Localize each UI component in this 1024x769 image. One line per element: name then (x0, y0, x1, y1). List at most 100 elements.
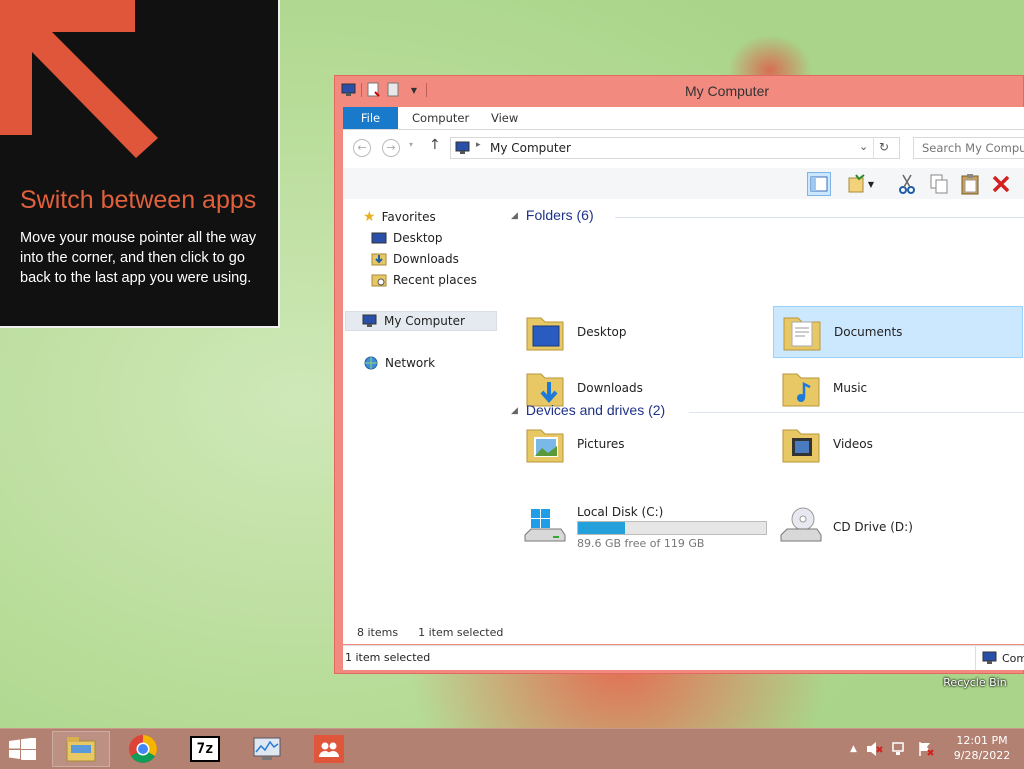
explorer-window: ▼ My Computer File Computer View ← → ▾ ↑… (334, 75, 1024, 674)
ribbon-tabs: File Computer View (343, 107, 1024, 130)
back-button[interactable]: ← (353, 139, 371, 157)
folder-label: Videos (833, 437, 873, 451)
recent-locations-icon[interactable]: ▾ (409, 140, 413, 149)
navigation-pane: ★ Favorites Desktop Downloads Recent pla… (343, 199, 501, 644)
pictures-folder-icon (526, 429, 564, 463)
nav-favorites[interactable]: ★ Favorites (363, 207, 436, 227)
search-input[interactable] (914, 138, 1024, 157)
paste-icon[interactable] (958, 172, 982, 196)
up-button[interactable]: ↑ (429, 137, 441, 153)
navigation-pane-icon[interactable] (807, 172, 831, 196)
nav-network[interactable]: Network (363, 353, 435, 373)
taskbar-people[interactable] (300, 731, 358, 767)
taskbar-resource-monitor[interactable] (238, 731, 296, 767)
7zip-icon: 7z (190, 736, 220, 762)
copy-icon[interactable] (927, 172, 951, 196)
collapse-icon[interactable]: ◢ (511, 210, 518, 221)
start-button[interactable] (8, 738, 38, 760)
drive-usage-bar (577, 520, 767, 535)
drive-tile-cd-drive[interactable]: CD Drive (D:) (773, 501, 1023, 553)
recycle-bin-desktop-icon[interactable]: Recycle Bin (940, 676, 1010, 689)
star-icon: ★ (363, 209, 376, 225)
cd-drive-icon (780, 507, 822, 542)
network-icon (364, 356, 378, 370)
tip-panel: Switch between apps Move your mouse poin… (0, 0, 280, 328)
nav-item-label: Recent places (393, 273, 477, 287)
corner-arrow-icon (0, 0, 158, 158)
clock[interactable]: 12:01 PM 9/28/2022 (946, 733, 1018, 763)
folder-tile-videos[interactable]: Videos (773, 418, 1023, 470)
tip-title: Switch between apps (20, 186, 257, 214)
forward-button[interactable]: → (382, 139, 400, 157)
refresh-icon[interactable]: ↻ (879, 140, 889, 154)
address-dropdown-icon[interactable]: ⌄ (859, 140, 868, 153)
command-toolbar: ▼ (343, 168, 1024, 200)
nav-item-recent-places[interactable]: Recent places (371, 270, 477, 290)
recycle-bin-label: Recycle Bin (943, 676, 1007, 689)
folder-label: Desktop (577, 325, 627, 339)
devices-header-label: Devices and drives (2) (525, 402, 666, 418)
folder-label: Downloads (577, 381, 643, 395)
folder-tile-music[interactable]: Music (773, 362, 1023, 414)
address-bar[interactable]: ▸ My Computer ⌄ ↻ (450, 137, 900, 159)
properties-dropdown-icon[interactable]: ▼ (865, 172, 877, 196)
videos-folder-icon (782, 429, 820, 463)
desktop-folder-icon (526, 317, 564, 351)
network-status-icon[interactable] (891, 741, 909, 757)
folder-tile-documents[interactable]: Documents (773, 306, 1023, 358)
file-explorer-icon (66, 737, 96, 762)
status-zone: Computer (975, 646, 1024, 670)
music-folder-icon (782, 373, 820, 407)
devices-group-header[interactable]: ◢ Devices and drives (2) (511, 402, 665, 418)
system-tray: ▲ (850, 729, 935, 769)
computer-icon[interactable] (341, 82, 357, 98)
quick-access-toolbar: ▼ (341, 82, 427, 98)
item-count: 8 items (357, 626, 399, 639)
properties-icon[interactable] (366, 82, 382, 98)
new-folder-icon[interactable] (386, 82, 402, 98)
computer-icon (982, 651, 997, 664)
tip-body: Move your mouse pointer all the way into… (20, 230, 257, 286)
folder-label: Pictures (577, 437, 625, 451)
nav-item-label: My Computer (384, 314, 465, 328)
action-center-icon[interactable] (917, 741, 935, 757)
folder-tile-pictures[interactable]: Pictures (517, 418, 767, 470)
status-zone-label: Computer (1002, 651, 1024, 665)
tab-computer[interactable]: Computer (412, 107, 469, 129)
tab-file[interactable]: File (343, 107, 398, 129)
nav-item-desktop[interactable]: Desktop (371, 228, 443, 248)
navigation-bar: ← → ▾ ↑ ▸ My Computer ⌄ ↻ (343, 130, 1024, 168)
address-text: My Computer (490, 141, 571, 155)
folder-label: Music (833, 381, 868, 395)
selected-count: 1 item selected (418, 626, 504, 639)
cut-icon[interactable] (895, 172, 919, 196)
customize-dropdown-icon[interactable]: ▼ (406, 82, 422, 98)
show-hidden-icons-icon[interactable]: ▲ (850, 744, 857, 754)
nav-item-downloads[interactable]: Downloads (371, 249, 459, 269)
main-pane: ◢ Folders (6) Desktop Documents Download… (503, 199, 1024, 644)
nav-my-computer[interactable]: My Computer (345, 311, 497, 331)
collapse-icon[interactable]: ◢ (511, 405, 518, 416)
chrome-icon (129, 735, 157, 763)
taskbar-chrome[interactable] (114, 731, 172, 767)
title-bar[interactable]: ▼ My Computer (335, 76, 1023, 106)
drive-tile-local-disk[interactable]: Local Disk (C:) 89.6 GB free of 119 GB (517, 501, 767, 553)
tab-view[interactable]: View (491, 107, 518, 129)
content-area: ★ Favorites Desktop Downloads Recent pla… (343, 199, 1024, 644)
status-selection-text: 1 item selected (345, 651, 431, 664)
folder-tile-desktop[interactable]: Desktop (517, 306, 767, 358)
search-box[interactable] (913, 137, 1024, 159)
breadcrumb-chevron-icon[interactable]: ▸ (476, 140, 481, 150)
clock-time: 12:01 PM (956, 734, 1008, 747)
status-bar: 1 item selected Computer (343, 645, 1024, 670)
taskbar-file-explorer[interactable] (52, 731, 110, 767)
details-status-row: 8 items 1 item selected (357, 626, 503, 639)
clock-date: 9/28/2022 (953, 749, 1011, 762)
volume-muted-icon[interactable] (865, 741, 883, 757)
folders-group-header[interactable]: ◢ Folders (6) (511, 207, 594, 223)
documents-folder-icon (783, 317, 821, 351)
folders-header-label: Folders (6) (525, 207, 594, 223)
delete-icon[interactable] (989, 172, 1013, 196)
drive-free-space: 89.6 GB free of 119 GB (577, 536, 705, 550)
taskbar-7zip[interactable]: 7z (176, 731, 234, 767)
